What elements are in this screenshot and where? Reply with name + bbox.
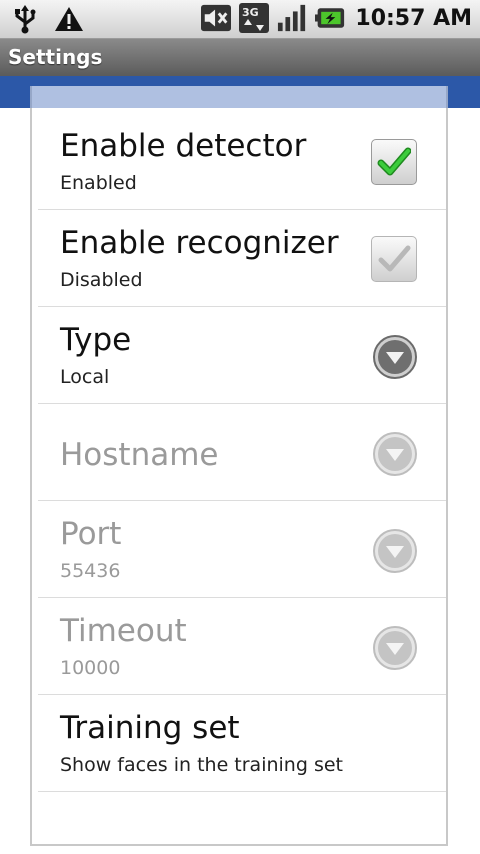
status-bar: 3G 10:57 AM xyxy=(0,0,480,39)
warning-icon xyxy=(54,4,84,34)
enable-recognizer-checkbox[interactable] xyxy=(371,236,417,282)
battery-charging-icon xyxy=(315,3,345,33)
3g-icon: 3G xyxy=(239,3,270,33)
clock: 10:57 AM xyxy=(355,5,472,31)
checkmark-icon xyxy=(377,147,411,176)
page-title: Settings xyxy=(8,45,103,69)
checkmark-icon xyxy=(378,245,411,272)
preference-type[interactable]: Type Local xyxy=(38,308,446,404)
preference-hostname[interactable]: Hostname xyxy=(38,405,446,501)
dropdown-arrow-icon[interactable] xyxy=(372,431,418,477)
usb-icon xyxy=(10,4,40,34)
preference-training-set[interactable]: Training set Show faces in the training … xyxy=(38,696,446,792)
signal-icon xyxy=(277,3,307,33)
title-bar: Settings xyxy=(0,39,480,76)
preference-title: Hostname xyxy=(60,437,219,473)
preference-title: Type xyxy=(60,322,132,358)
preference-summary: Show faces in the training set xyxy=(60,754,343,776)
preference-summary: Local xyxy=(60,366,110,388)
dropdown-arrow-icon[interactable] xyxy=(372,334,418,380)
preference-title: Enable detector xyxy=(60,128,307,164)
preference-title: Timeout xyxy=(60,613,187,649)
preference-enable-recognizer[interactable]: Enable recognizer Disabled xyxy=(38,211,446,307)
preference-title: Training set xyxy=(60,710,240,746)
preference-title: Port xyxy=(60,516,122,552)
mute-icon xyxy=(201,3,232,33)
svg-text:3G: 3G xyxy=(242,6,259,19)
dropdown-arrow-icon[interactable] xyxy=(372,528,418,574)
preference-port[interactable]: Port 55436 xyxy=(38,502,446,598)
preferences-panel: Enable detector Enabled Enable recognize… xyxy=(30,86,448,846)
preference-summary: Disabled xyxy=(60,269,143,291)
preference-summary: Enabled xyxy=(60,172,137,194)
preference-summary: 55436 xyxy=(60,560,121,582)
preference-summary: 10000 xyxy=(60,657,121,679)
preference-timeout[interactable]: Timeout 10000 xyxy=(38,599,446,695)
preference-title: Enable recognizer xyxy=(60,225,339,261)
enable-detector-checkbox[interactable] xyxy=(371,139,417,185)
dropdown-arrow-icon[interactable] xyxy=(372,625,418,671)
preference-enable-detector[interactable]: Enable detector Enabled xyxy=(38,114,446,210)
panel-top-shade xyxy=(30,86,448,108)
